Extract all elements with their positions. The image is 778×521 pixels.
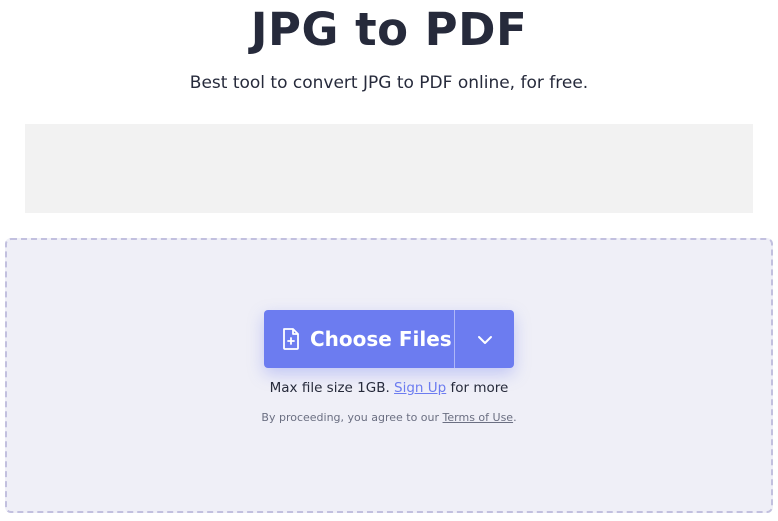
page-subtitle: Best tool to convert JPG to PDF online, …	[189, 73, 589, 93]
terms-notice: By proceeding, you agree to our Terms of…	[0, 410, 778, 426]
terms-suffix: .	[513, 411, 517, 424]
page-title: JPG to PDF	[250, 3, 528, 56]
upload-options-dropdown-button[interactable]	[455, 310, 514, 368]
terms-of-use-link[interactable]: Terms of Use	[443, 411, 514, 424]
file-plus-icon	[282, 328, 300, 350]
choose-files-button-group: Choose Files	[264, 310, 514, 368]
file-size-limit-text: Max file size 1GB. Sign Up for more	[0, 378, 778, 398]
choose-files-button[interactable]: Choose Files	[264, 310, 454, 368]
sign-up-link[interactable]: Sign Up	[394, 380, 446, 396]
choose-files-label: Choose Files	[310, 327, 452, 351]
limit-prefix: Max file size 1GB.	[269, 380, 390, 396]
ad-placeholder	[25, 124, 753, 213]
limit-suffix: for more	[450, 380, 509, 396]
page: JPG to PDF Best tool to convert JPG to P…	[0, 0, 778, 521]
file-dropzone[interactable]	[5, 238, 773, 513]
chevron-down-icon	[477, 330, 493, 349]
terms-prefix: By proceeding, you agree to our	[261, 411, 440, 424]
